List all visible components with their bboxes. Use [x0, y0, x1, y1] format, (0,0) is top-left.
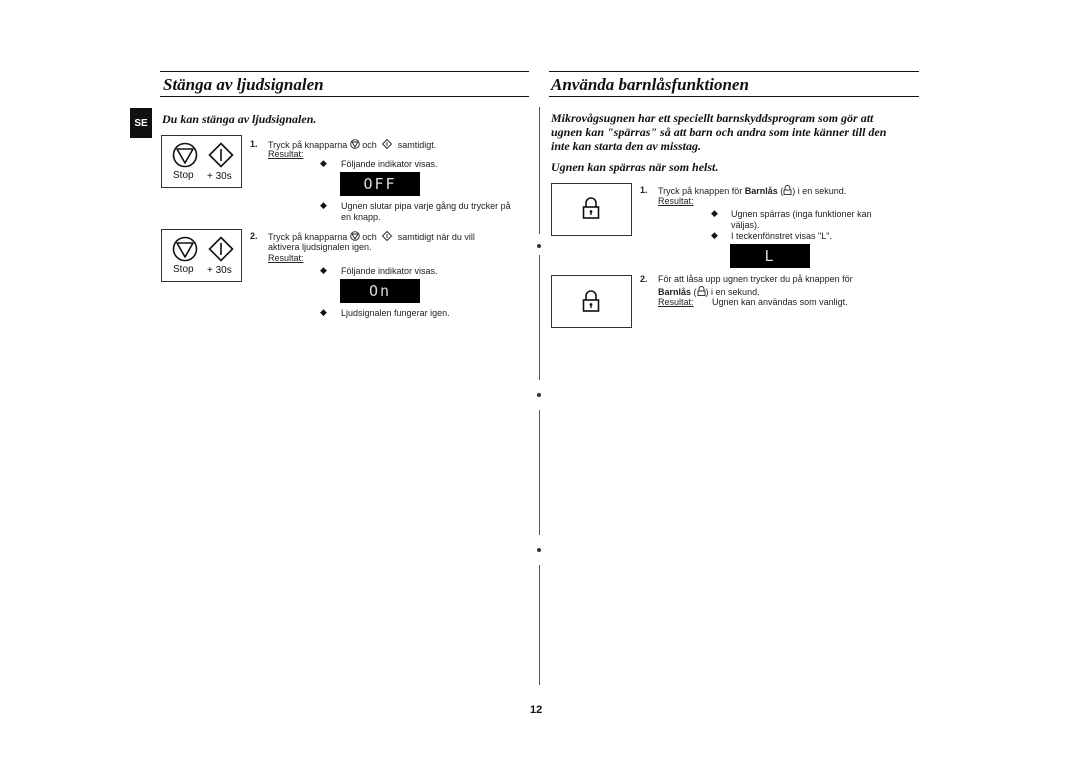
column-divider — [539, 107, 540, 234]
bullet-icon: ◆ — [711, 230, 718, 240]
result-label: Resultat: — [268, 149, 304, 159]
left-title-rule-top — [160, 71, 529, 72]
step-text-line2: aktivera ljudsignalen igen. — [268, 242, 372, 252]
start-icon — [382, 230, 393, 242]
right-subtitle: Ugnen kan spärras när som helst. — [551, 160, 719, 174]
result-label: Resultat: — [658, 297, 694, 307]
display-on: On — [340, 279, 420, 303]
lock-icon — [783, 185, 792, 195]
divider-dot — [537, 244, 541, 248]
bullet-icon: ◆ — [711, 208, 718, 218]
lock-icon — [582, 197, 600, 219]
language-tab: SE — [130, 108, 152, 138]
step-text-part: ) i en sekund. — [792, 186, 847, 196]
step-number: 1. — [640, 185, 648, 195]
step-text-part: och — [362, 232, 377, 242]
step-text-part: och — [362, 140, 377, 150]
step-text-part: samtidigt när du vill — [397, 232, 475, 242]
step-number: 1. — [250, 139, 258, 149]
page-number: 12 — [530, 704, 543, 716]
bullet-text: en knapp. — [341, 212, 381, 222]
step-text-part: ) i en sekund. — [705, 287, 760, 297]
bullet-icon: ◆ — [320, 265, 327, 275]
step-text-part: samtidigt. — [397, 140, 437, 150]
bullet-text: Ugnen slutar pipa varje gång du trycker … — [341, 201, 511, 211]
step-text-part: Tryck på knapparna — [268, 232, 348, 242]
plus30-label: + 30s — [207, 265, 232, 276]
bullet-text: väljas). — [731, 220, 760, 230]
stop-icon — [349, 139, 360, 149]
child-lock-panel-2 — [551, 275, 632, 328]
step-text-part: Tryck på knappen för — [658, 186, 743, 196]
divider-dot — [537, 548, 541, 552]
display-off: OFF — [340, 172, 420, 196]
plus30-label: + 30s — [207, 171, 232, 182]
child-lock-panel-1 — [551, 183, 632, 236]
control-panel-stop-30s-1: Stop + 30s — [161, 135, 242, 188]
control-panel-stop-30s-2: Stop + 30s — [161, 229, 242, 282]
bullet-icon: ◆ — [320, 307, 327, 317]
lock-icon — [582, 290, 600, 312]
bullet-text: Följande indikator visas. — [341, 266, 438, 276]
step-text: För att låsa upp ugnen trycker du på kna… — [658, 274, 853, 284]
column-divider — [539, 255, 540, 380]
stop-button-icon — [172, 142, 198, 168]
bullet-icon: ◆ — [320, 200, 327, 210]
start-button-icon — [208, 142, 234, 168]
divider-dot — [537, 393, 541, 397]
result-label: Resultat: — [268, 253, 304, 263]
bullet-icon: ◆ — [320, 158, 327, 168]
result-label: Resultat: — [658, 196, 694, 206]
intro-line: inte kan starta den av misstag. — [551, 139, 702, 153]
lock-icon — [697, 286, 705, 296]
column-divider — [539, 565, 540, 685]
right-title-rule-top — [549, 71, 919, 72]
bullet-text: Följande indikator visas. — [341, 159, 438, 169]
step-text-bold: Barnlås — [744, 186, 778, 196]
stop-label: Stop — [173, 170, 194, 181]
step-text-bold: Barnlås — [658, 287, 692, 297]
right-section-title: Använda barnlåsfunktionen — [551, 75, 749, 94]
bullet-text: I teckenfönstret visas "L". — [731, 231, 832, 241]
column-divider — [539, 410, 540, 535]
stop-label: Stop — [173, 264, 194, 275]
left-title-rule-bottom — [160, 96, 529, 97]
right-title-rule-bottom — [549, 96, 919, 97]
stop-button-icon — [172, 236, 198, 262]
result-text: Ugnen kan användas som vanligt. — [712, 297, 848, 307]
intro-line: Mikrovågsugnen har ett speciellt barnsky… — [551, 111, 874, 125]
bullet-text: Ljudsignalen fungerar igen. — [341, 308, 450, 318]
intro-line: ugnen kan "spärras" så att barn och andr… — [551, 125, 887, 139]
start-icon — [382, 138, 393, 150]
left-section-title: Stänga av ljudsignalen — [163, 75, 324, 94]
step-number: 2. — [640, 274, 648, 284]
bullet-text: Ugnen spärras (inga funktioner kan — [731, 209, 872, 219]
stop-icon — [349, 231, 360, 241]
left-subtitle: Du kan stänga av ljudsignalen. — [162, 112, 317, 126]
step-number: 2. — [250, 231, 258, 241]
start-button-icon — [208, 236, 234, 262]
display-l: L — [730, 244, 810, 268]
